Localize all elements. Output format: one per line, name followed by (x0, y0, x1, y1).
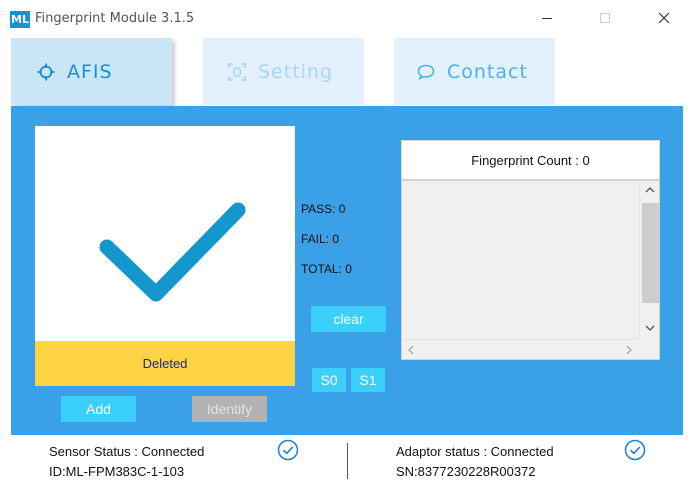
tab-setting[interactable]: Setting (203, 38, 364, 105)
fingerprint-status-bar: Deleted (35, 341, 295, 386)
fingerprint-scan-icon (228, 62, 246, 81)
scroll-down-icon[interactable] (643, 321, 657, 335)
s1-button[interactable]: S1 (351, 368, 385, 392)
crosshair-icon (37, 63, 55, 81)
add-button[interactable]: Add (61, 396, 136, 422)
s0-button[interactable]: S0 (312, 368, 346, 392)
checkmark-icon (99, 202, 246, 302)
title-bar: ML Fingerprint Module 3.1.5 (0, 0, 695, 36)
fingerprint-count-header: Fingerprint Count : 0 (401, 140, 660, 180)
sensor-connected-check-icon (277, 439, 299, 461)
minimize-icon (542, 17, 552, 19)
adaptor-connected-check-icon (624, 439, 646, 461)
tab-afis-label: AFIS (67, 60, 113, 83)
maximize-button[interactable] (585, 6, 625, 30)
horizontal-scrollbar[interactable] (402, 339, 640, 359)
fail-count: FAIL: 0 (301, 232, 340, 246)
sensor-status: Sensor Status : Connected (49, 444, 205, 459)
fingerprint-count-label: Fingerprint Count : 0 (471, 152, 590, 168)
maximize-icon (600, 13, 610, 23)
tab-setting-label: Setting (258, 60, 334, 83)
chat-bubble-icon (417, 64, 435, 80)
vertical-scrollbar[interactable] (639, 181, 659, 341)
fingerprint-display (35, 126, 295, 341)
minimize-button[interactable] (527, 6, 567, 30)
scroll-right-icon[interactable] (622, 343, 636, 357)
fingerprint-status-text: Deleted (142, 356, 188, 371)
close-button[interactable] (644, 6, 684, 30)
total-count: TOTAL: 0 (301, 262, 352, 276)
tab-afis[interactable]: AFIS (11, 38, 172, 105)
tab-contact[interactable]: Contact (394, 38, 555, 105)
tab-contact-label: Contact (447, 60, 528, 83)
vertical-scroll-thumb[interactable] (642, 203, 659, 303)
scroll-left-icon[interactable] (404, 343, 418, 357)
sensor-id: ID:ML-FPM383C-1-103 (49, 464, 185, 479)
scroll-up-icon[interactable] (643, 183, 657, 197)
clear-button[interactable]: clear (311, 306, 386, 332)
footer-divider (347, 443, 348, 479)
app-logo: ML (10, 11, 30, 28)
adaptor-sn: SN:8377230228R00372 (396, 464, 536, 479)
window-title: Fingerprint Module 3.1.5 (35, 11, 195, 26)
pass-count: PASS: 0 (301, 202, 346, 216)
scrollbar-corner (639, 339, 659, 359)
close-icon (658, 12, 670, 24)
main-panel: Deleted Add Identify PASS: 0 FAIL: 0 TOT… (11, 106, 683, 435)
fingerprint-list[interactable] (401, 180, 660, 360)
identify-button[interactable]: Identify (192, 396, 267, 422)
adaptor-status: Adaptor status : Connected (396, 444, 554, 459)
